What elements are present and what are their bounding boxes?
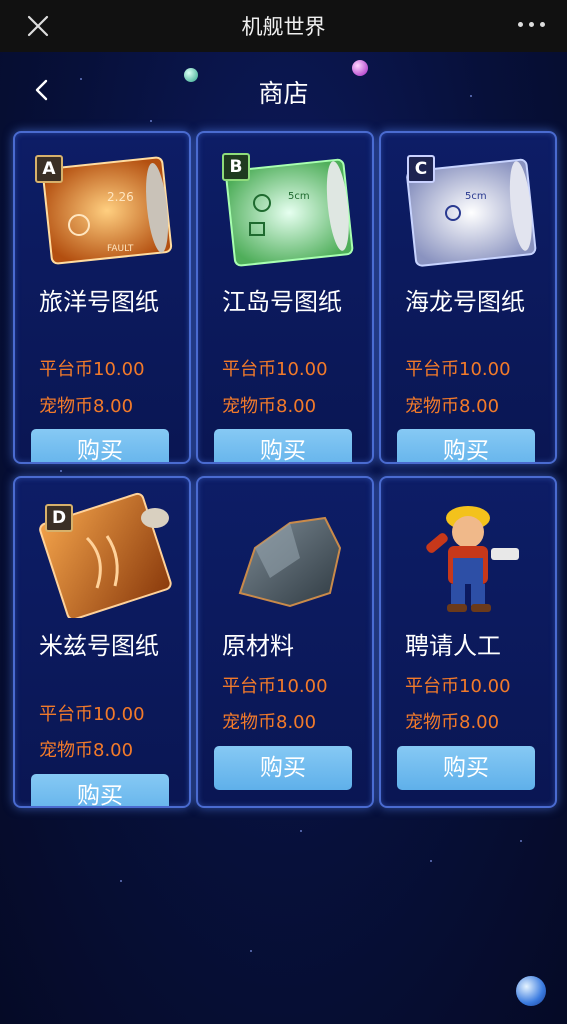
pet-coin-price: 宠物币8.00	[39, 396, 134, 417]
product-card: 5cm B 江岛号图纸 平台币10.00 宠物币8.00 购买	[196, 131, 374, 464]
grade-badge: B	[222, 153, 250, 181]
worker-character-icon	[426, 506, 519, 612]
product-card: 2.26 FAULT A 旅洋号图纸 平台币10.00 宠物币8.00 购买	[13, 131, 191, 464]
product-card: 聘请人工 平台币10.00 宠物币8.00 购买	[379, 476, 557, 808]
grade-badge: C	[407, 155, 435, 183]
product-name: 旅洋号图纸	[39, 288, 159, 316]
svg-text:5cm: 5cm	[288, 191, 310, 202]
platform-coin-price: 平台币10.00	[222, 359, 328, 380]
close-icon[interactable]	[24, 12, 52, 40]
pet-coin-price: 宠物币8.00	[222, 396, 317, 417]
pet-coin-price: 宠物币8.00	[405, 712, 500, 733]
buy-button[interactable]: 购买	[214, 746, 352, 790]
app-title: 机舰世界	[241, 15, 326, 39]
product-card: 原材料 平台币10.00 宠物币8.00 购买	[196, 476, 374, 808]
raw-material-rock-icon	[238, 516, 342, 608]
pet-coin-price: 宠物币8.00	[405, 396, 500, 417]
page-header: 商店	[0, 60, 567, 120]
product-card: 5cm C 海龙号图纸 平台币10.00 宠物币8.00 购买	[379, 131, 557, 464]
more-options-icon[interactable]	[518, 22, 545, 27]
svg-text:2.26: 2.26	[107, 190, 134, 204]
platform-coin-price: 平台币10.00	[405, 359, 511, 380]
buy-button[interactable]: 购买	[31, 429, 169, 462]
app-top-bar: 机舰世界	[0, 0, 567, 52]
platform-coin-price: 平台币10.00	[39, 704, 145, 725]
pet-coin-price: 宠物币8.00	[222, 712, 317, 733]
decorative-orb	[516, 976, 546, 1006]
product-name: 江岛号图纸	[222, 288, 342, 316]
grade-badge: A	[35, 155, 63, 183]
platform-coin-price: 平台币10.00	[39, 359, 145, 380]
product-card: D 米兹号图纸 平台币10.00 宠物币8.00 购买	[13, 476, 191, 808]
product-name: 米兹号图纸	[39, 632, 159, 660]
svg-text:5cm: 5cm	[465, 191, 487, 202]
svg-text:FAULT: FAULT	[107, 244, 134, 254]
platform-coin-price: 平台币10.00	[405, 676, 511, 697]
grade-badge: D	[45, 504, 73, 532]
platform-coin-price: 平台币10.00	[222, 676, 328, 697]
product-name: 原材料	[222, 632, 294, 660]
pet-coin-price: 宠物币8.00	[39, 740, 134, 761]
buy-button[interactable]: 购买	[397, 429, 535, 462]
page-title: 商店	[258, 79, 309, 108]
product-name: 海龙号图纸	[405, 288, 525, 316]
buy-button[interactable]: 购买	[31, 774, 169, 806]
product-name: 聘请人工	[405, 632, 501, 660]
buy-button[interactable]: 购买	[397, 746, 535, 790]
buy-button[interactable]: 购买	[214, 429, 352, 462]
